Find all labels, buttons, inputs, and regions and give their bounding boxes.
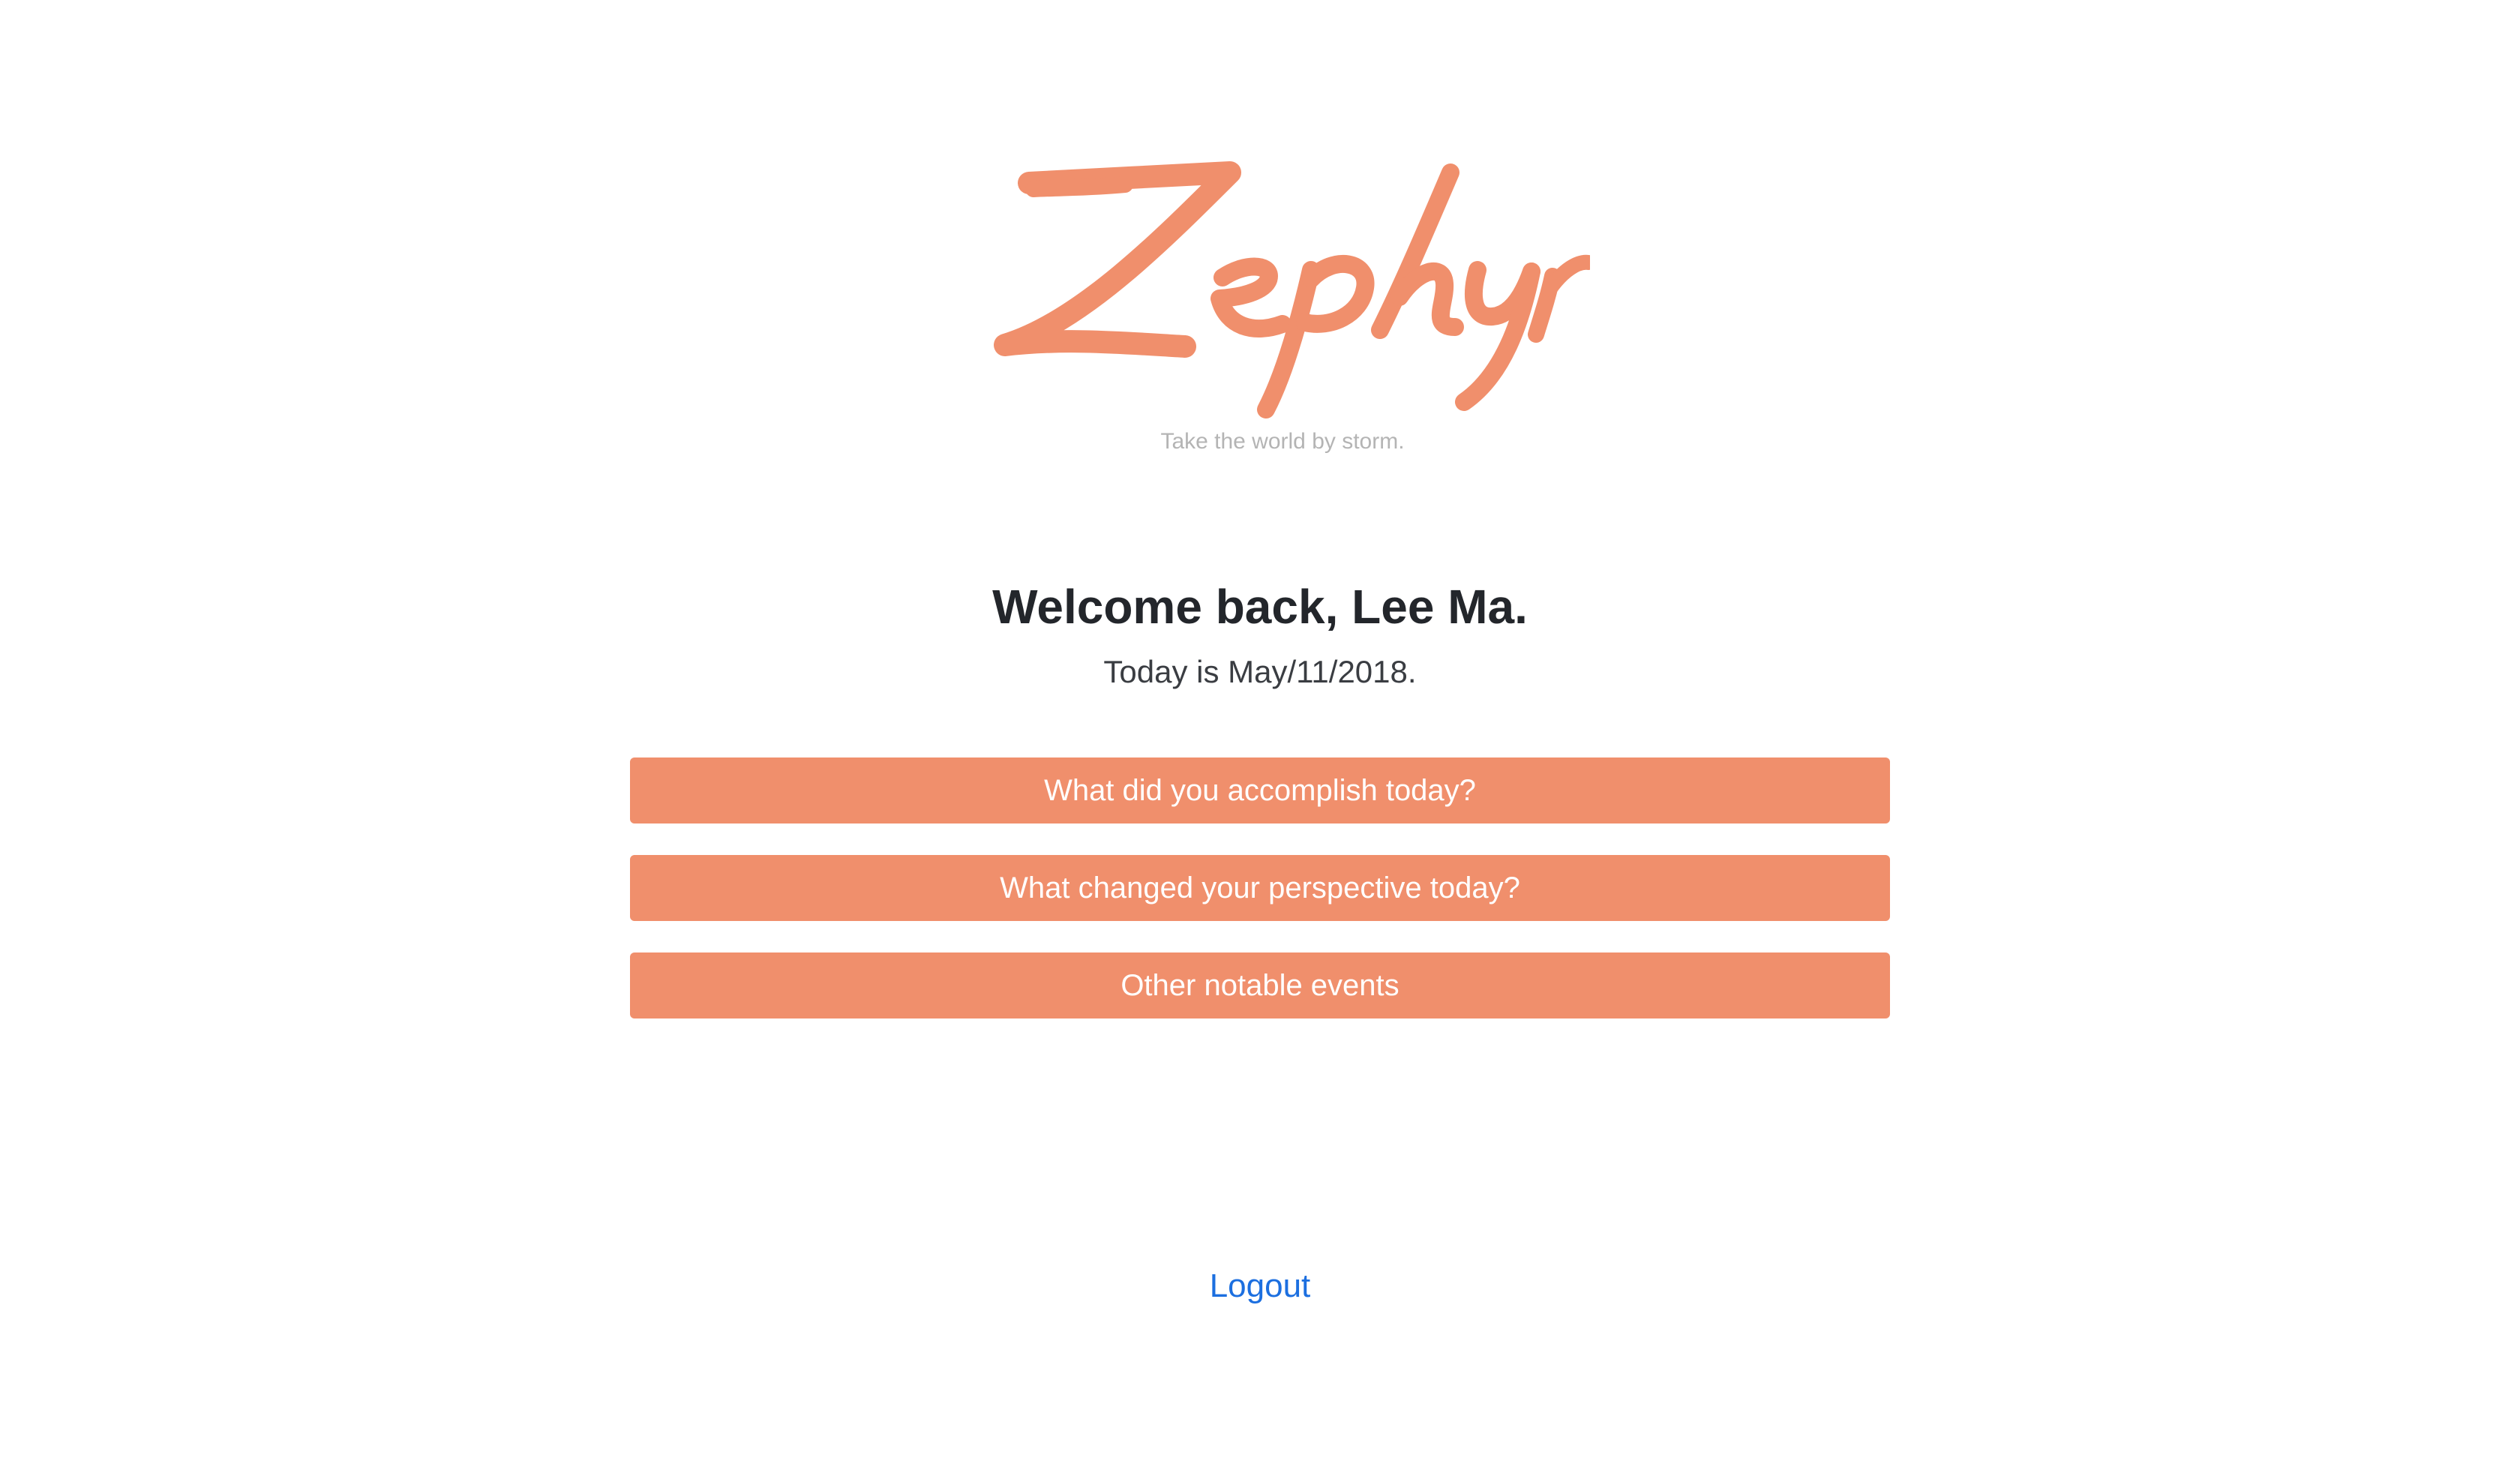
brand-tagline: Take the world by storm. [1160, 429, 1405, 454]
brand-logo: Take the world by storm. [975, 150, 1590, 454]
home-page: Take the world by storm. Welcome back, L… [0, 0, 2520, 1464]
zephyr-script-logo [994, 161, 1590, 418]
perspective-change-button[interactable]: What changed your perspective today? [630, 855, 1890, 921]
other-notable-events-button[interactable]: Other notable events [630, 952, 1890, 1018]
accomplish-today-button[interactable]: What did you accomplish today? [630, 758, 1890, 824]
today-date-text: Today is May/11/2018. [1103, 654, 1417, 689]
welcome-heading: Welcome back, Lee Ma. [992, 580, 1528, 634]
logout-link[interactable]: Logout [0, 1268, 2520, 1305]
